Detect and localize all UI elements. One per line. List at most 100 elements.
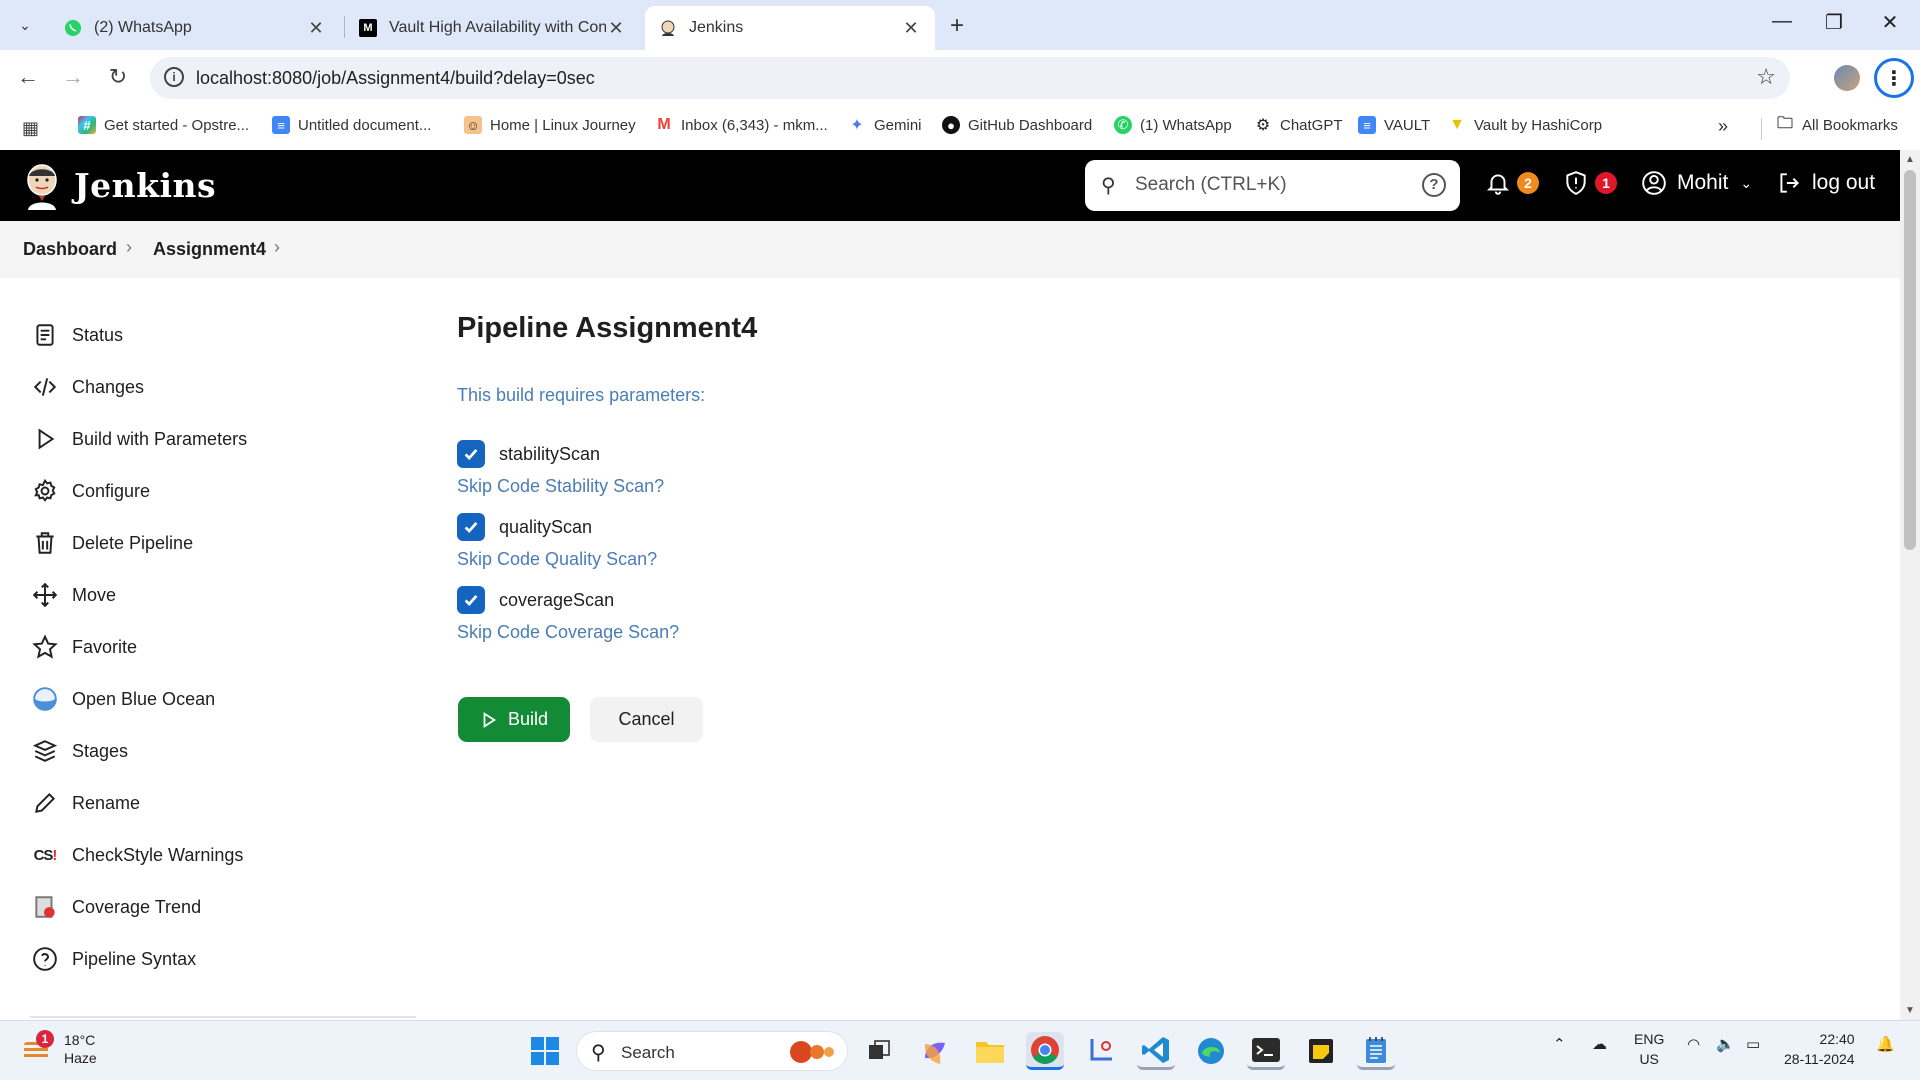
sticky-notes-icon[interactable] [1302,1032,1340,1070]
sidebar-item-label: Configure [72,480,151,501]
sidebar-item-status[interactable]: Status [30,315,123,355]
copilot-icon[interactable] [916,1032,954,1070]
sidebar-item-build-with-parameters[interactable]: Build with Parameters [30,419,247,459]
battery-icon[interactable]: ▭ [1746,1035,1760,1053]
cancel-button[interactable]: Cancel [590,697,703,742]
tab-vault-article[interactable]: M Vault High Availability with Con ✕ [345,6,640,50]
jenkins-brand[interactable]: Jenkins [74,166,216,205]
user-menu[interactable]: Mohit ⌄ [1641,170,1752,196]
bookmark-item[interactable]: M Inbox (6,343) - mkm... [655,116,828,134]
tab-close-icon[interactable]: ✕ [606,18,626,39]
restore-button[interactable]: ❐ [1819,10,1849,35]
tab-close-icon[interactable]: ✕ [306,18,326,39]
sidebar-item-stages[interactable]: Stages [30,731,128,771]
sidebar-item-favorite[interactable]: Favorite [30,627,137,667]
param-stabilityscan[interactable]: stabilityScan [457,440,600,468]
browser-menu-button[interactable]: ⋮ [1874,58,1914,98]
site-info-icon[interactable]: i [164,67,184,87]
security-badge: 1 [1595,172,1617,194]
jenkins-search-box[interactable]: ⚲ ? [1085,160,1460,211]
sidebar-item-open-blue-ocean[interactable]: Open Blue Ocean [30,679,215,719]
sidebar-item-move[interactable]: Move [30,575,116,615]
sidebar-item-configure[interactable]: Configure [30,471,150,511]
file-explorer-icon[interactable] [971,1032,1009,1070]
tray-overflow-icon[interactable]: ⌃ [1553,1035,1566,1053]
breadcrumb-assignment4[interactable]: Assignment4 [153,239,266,260]
jenkins-logo-icon[interactable] [22,162,62,210]
windows-start-icon[interactable] [526,1032,564,1070]
scroll-down-icon[interactable]: ▼ [1905,1005,1915,1016]
security-button[interactable]: 1 [1563,170,1617,196]
build-button[interactable]: Build [458,697,570,742]
wifi-icon[interactable]: ◠ [1687,1035,1700,1053]
bookmarks-overflow-button[interactable]: » [1718,116,1728,137]
docs-icon: ≡ [272,116,290,134]
scrollbar-thumb[interactable] [1904,170,1916,550]
system-clock[interactable]: 22:40 28-11-2024 [1784,1029,1855,1069]
search-input[interactable] [1135,168,1405,202]
snipping-tool-icon[interactable] [1081,1032,1119,1070]
sidebar-item-delete-pipeline[interactable]: Delete Pipeline [30,523,193,563]
tab-search-button[interactable]: ⌄ [12,12,38,38]
sidebar-item-rename[interactable]: Rename [30,783,140,823]
chrome-icon[interactable] [1026,1032,1064,1070]
sidebar-item-pipeline-syntax[interactable]: Pipeline Syntax [30,939,196,979]
notifications-button[interactable]: 2 [1485,170,1539,196]
bookmark-item[interactable]: ≡ VAULT [1358,116,1430,134]
volume-icon[interactable]: 🔈 [1716,1035,1735,1053]
apps-grid-icon[interactable]: ▦ [22,118,39,139]
tab-whatsapp[interactable]: (2) WhatsApp ✕ [50,6,340,50]
weather-widget[interactable]: 1 18°C Haze [22,1030,97,1067]
chatgpt-icon: ⚙ [1254,116,1272,134]
param-qualityscan[interactable]: qualityScan [457,513,592,541]
address-bar[interactable]: i localhost:8080/job/Assignment4/build?d… [150,57,1790,99]
onedrive-icon[interactable]: ☁ [1592,1035,1607,1053]
notepad-icon[interactable] [1357,1032,1395,1070]
terminal-icon[interactable] [1247,1032,1285,1070]
vscode-icon[interactable] [1137,1032,1175,1070]
sidebar-item-label: Open Blue Ocean [72,688,216,709]
bookmark-item[interactable]: ⚙ ChatGPT [1254,116,1343,134]
forward-button[interactable]: → [58,64,88,90]
chevron-right-icon[interactable]: › [274,237,280,258]
bookmark-star-icon[interactable]: ☆ [1756,64,1776,90]
page-scrollbar[interactable]: ▲ ▼ [1900,150,1920,1020]
page-title: Pipeline Assignment4 [457,312,758,344]
all-bookmarks-button[interactable]: 🗀 All Bookmarks [1776,114,1898,134]
stabilityscan-checkbox[interactable] [457,440,485,468]
bookmark-item[interactable]: ✆ (1) WhatsApp [1114,116,1232,134]
search-help-icon[interactable]: ? [1422,173,1446,197]
back-button[interactable]: ← [13,64,43,90]
folder-icon: 🗀 [1776,114,1793,132]
new-tab-button[interactable]: + [950,12,964,40]
linux-journey-icon: ☺ [464,116,482,134]
close-window-button[interactable]: ✕ [1875,10,1905,35]
task-view-icon[interactable] [860,1032,898,1070]
profile-avatar[interactable] [1834,65,1860,91]
logout-button[interactable]: log out [1776,170,1875,196]
notification-bell-icon[interactable]: 🔔 [1876,1035,1895,1053]
breadcrumb-dashboard[interactable]: Dashboard [23,239,117,260]
bookmark-item[interactable]: ☺ Home | Linux Journey [464,116,636,134]
bookmark-item[interactable]: # Get started - Opstre... [78,116,249,134]
bookmark-item[interactable]: ▼ Vault by HashiCorp [1448,116,1602,134]
sidebar-item-coverage-trend[interactable]: Coverage Trend [30,887,201,927]
gemini-icon: ✦ [848,116,866,134]
taskbar-search[interactable]: ⚲ Search [576,1031,848,1071]
param-coveragescan[interactable]: coverageScan [457,586,614,614]
coveragescan-checkbox[interactable] [457,586,485,614]
sidebar-item-checkstyle-warnings[interactable]: CS! CheckStyle Warnings [30,835,244,875]
language-indicator[interactable]: ENG US [1634,1029,1664,1069]
scroll-up-icon[interactable]: ▲ [1905,154,1915,165]
minimize-button[interactable]: — [1767,10,1797,33]
bookmark-item[interactable]: ✦ Gemini [848,116,922,134]
tab-close-icon[interactable]: ✕ [901,18,921,39]
reload-button[interactable]: ↻ [103,64,133,90]
tab-jenkins[interactable]: Jenkins ✕ [645,6,935,50]
bookmark-divider [1761,118,1762,140]
edge-icon[interactable] [1192,1032,1230,1070]
sidebar-item-changes[interactable]: Changes [30,367,144,407]
bookmark-item[interactable]: ≡ Untitled document... [272,116,431,134]
qualityscan-checkbox[interactable] [457,513,485,541]
bookmark-item[interactable]: ● GitHub Dashboard [942,116,1092,134]
